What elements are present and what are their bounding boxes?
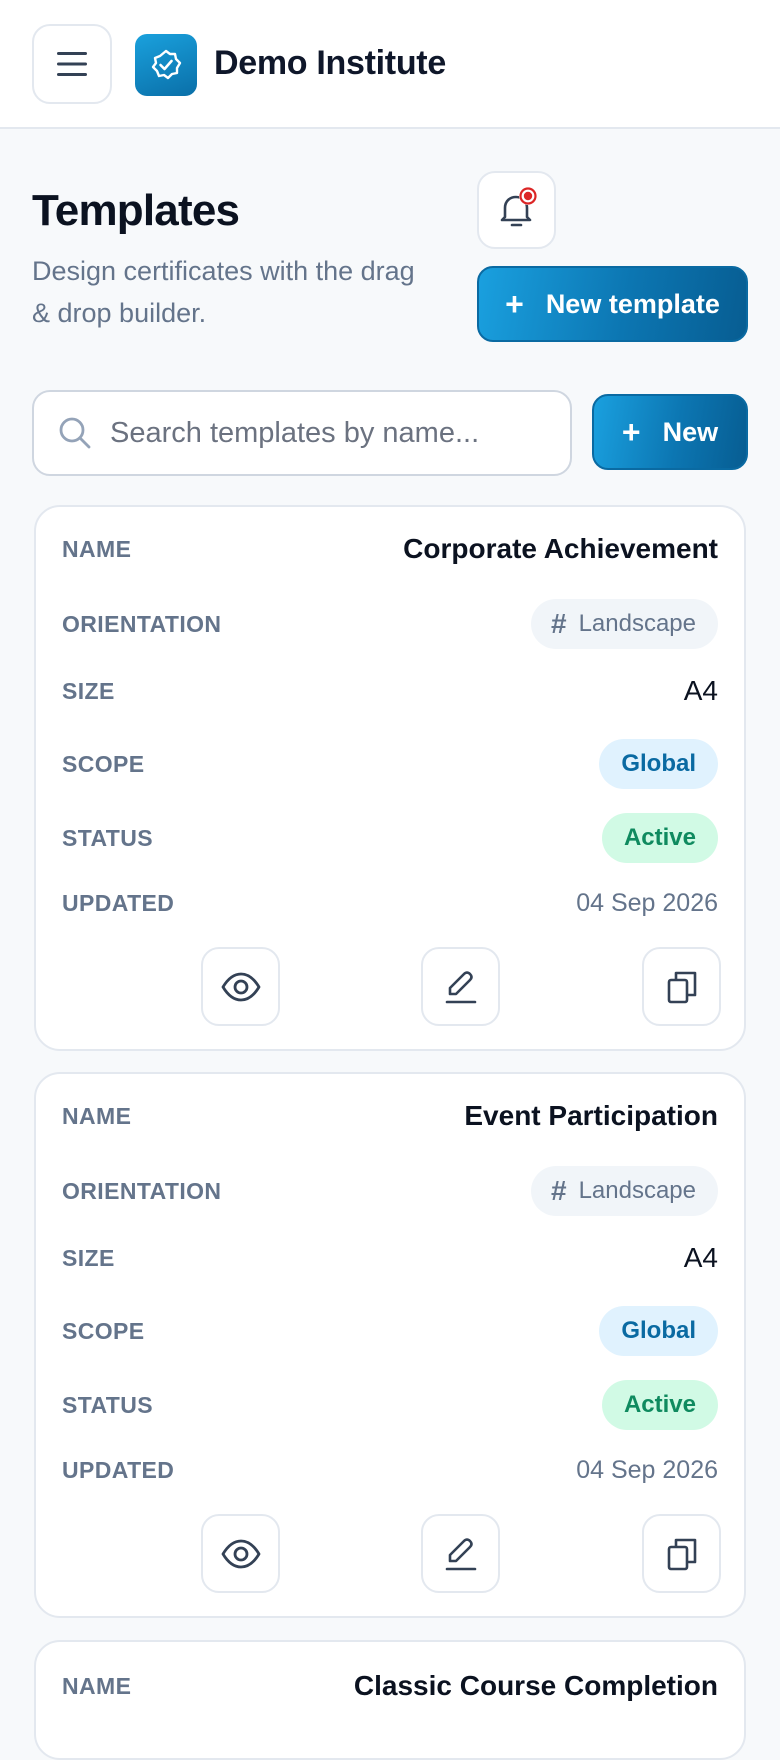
hamburger-menu-icon xyxy=(57,52,87,76)
search-placeholder: Search templates by name... xyxy=(110,416,480,449)
size-row: SIZE A4 xyxy=(62,1242,718,1274)
name-row: NAME Event Participation xyxy=(62,1100,718,1132)
page-title: Templates xyxy=(32,186,240,235)
duplicate-button[interactable] xyxy=(642,1514,721,1593)
status-badge: Active xyxy=(601,1380,718,1430)
name-label: NAME xyxy=(62,1102,132,1129)
scope-label: SCOPE xyxy=(62,750,145,777)
notifications-button[interactable] xyxy=(477,171,556,249)
preview-button[interactable] xyxy=(201,947,280,1026)
size-label: SIZE xyxy=(62,677,115,704)
badge-check-icon xyxy=(151,49,182,80)
orientation-row: ORIENTATION # Landscape xyxy=(62,599,718,649)
updated-value: 04 Sep 2026 xyxy=(576,889,718,917)
pencil-icon xyxy=(445,1537,476,1570)
orientation-value: Landscape xyxy=(578,1177,696,1204)
template-name[interactable]: Event Participation xyxy=(464,1100,718,1132)
scope-badge: Global xyxy=(599,739,718,789)
orientation-value: Landscape xyxy=(578,610,696,637)
template-name[interactable]: Corporate Achievement xyxy=(403,533,718,565)
scope-badge: Global xyxy=(599,1306,718,1356)
template-name[interactable]: Classic Course Completion xyxy=(354,1670,718,1702)
hash-icon: # xyxy=(550,1175,567,1206)
scope-label: SCOPE xyxy=(62,1317,145,1344)
new-button[interactable]: + New xyxy=(592,394,748,470)
status-label: STATUS xyxy=(62,824,153,851)
plus-icon: + xyxy=(621,414,641,450)
scope-row: SCOPE Global xyxy=(62,739,718,789)
bell-icon xyxy=(500,187,537,227)
size-value: A4 xyxy=(683,1242,718,1273)
pencil-icon xyxy=(445,970,476,1003)
menu-button[interactable] xyxy=(32,24,112,104)
eye-icon xyxy=(221,1539,260,1568)
top-bar: Demo Institute xyxy=(0,0,780,129)
updated-label: UPDATED xyxy=(62,890,175,916)
duplicate-button[interactable] xyxy=(642,947,721,1026)
updated-row: UPDATED 04 Sep 2026 xyxy=(62,889,718,918)
plus-icon: + xyxy=(505,286,524,322)
status-label: STATUS xyxy=(62,1391,153,1418)
search-icon xyxy=(59,417,91,449)
new-template-label: New template xyxy=(545,288,720,319)
logo xyxy=(135,34,197,96)
copy-icon xyxy=(667,1538,696,1570)
name-label: NAME xyxy=(62,535,132,562)
size-label: SIZE xyxy=(62,1244,115,1271)
orientation-label: ORIENTATION xyxy=(62,610,222,637)
search-input[interactable]: Search templates by name... xyxy=(32,390,572,476)
status-row: STATUS Active xyxy=(62,1380,718,1430)
scope-row: SCOPE Global xyxy=(62,1306,718,1356)
orientation-badge: # Landscape xyxy=(530,1166,718,1216)
name-row: NAME Corporate Achievement xyxy=(62,533,718,565)
template-card: NAME Classic Course Completion xyxy=(34,1640,746,1760)
updated-row: UPDATED 04 Sep 2026 xyxy=(62,1456,718,1485)
hash-icon: # xyxy=(550,608,567,639)
name-row: NAME Classic Course Completion xyxy=(62,1670,718,1702)
status-badge: Active xyxy=(601,813,718,863)
edit-button[interactable] xyxy=(421,947,500,1026)
copy-icon xyxy=(667,971,696,1003)
size-row: SIZE A4 xyxy=(62,675,718,707)
name-label: NAME xyxy=(62,1672,132,1699)
size-value: A4 xyxy=(683,675,718,706)
new-label: New xyxy=(662,416,719,447)
template-card: NAME Event Participation ORIENTATION # L… xyxy=(34,1072,746,1618)
orientation-row: ORIENTATION # Landscape xyxy=(62,1166,718,1216)
page-subtitle: Design certificates with the drag & drop… xyxy=(32,256,415,328)
notification-dot xyxy=(523,191,532,201)
orientation-label: ORIENTATION xyxy=(62,1177,222,1204)
template-card: NAME Corporate Achievement ORIENTATION #… xyxy=(34,505,746,1051)
updated-label: UPDATED xyxy=(62,1457,175,1483)
app-title: Demo Institute xyxy=(214,44,446,82)
updated-value: 04 Sep 2026 xyxy=(576,1456,718,1484)
eye-icon xyxy=(221,972,260,1001)
edit-button[interactable] xyxy=(421,1514,500,1593)
status-row: STATUS Active xyxy=(62,813,718,863)
new-template-button[interactable]: + New template xyxy=(477,266,748,342)
orientation-badge: # Landscape xyxy=(530,599,718,649)
preview-button[interactable] xyxy=(201,1514,280,1593)
